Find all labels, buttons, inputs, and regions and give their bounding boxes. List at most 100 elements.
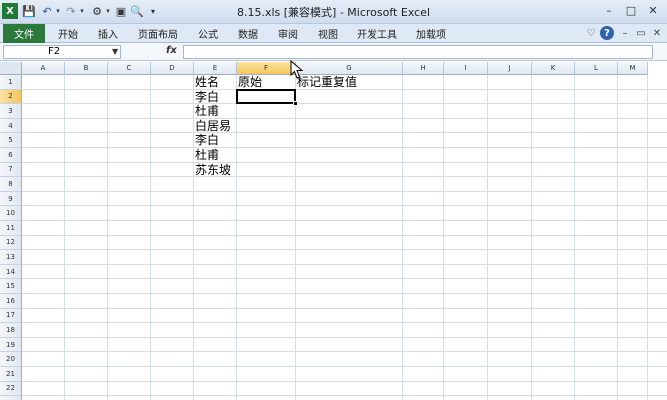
gridline-horizontal [22,176,667,178]
active-cell-border[interactable] [236,88,296,105]
gridline-horizontal [22,161,667,163]
redo-dropdown-icon[interactable]: ▾ [78,3,86,19]
worksheet-grid[interactable]: A B C D E F G H I J K L M 1 2 3 4 5 6 7 8 9 10 11 12 13 14 15 16 17 18… [0,62,667,400]
name-box[interactable]: F2 [3,45,121,59]
formula-input[interactable] [183,45,653,59]
column-header-e[interactable]: E [194,62,237,75]
column-header-j[interactable]: J [488,62,532,75]
row-header-16[interactable]: 16 [0,294,22,309]
row-header-3[interactable]: 3 [0,104,22,119]
undo-icon[interactable]: ↶ [40,3,54,19]
row-header-8[interactable]: 8 [0,177,22,192]
gridline-horizontal [22,220,667,221]
row-header-23[interactable]: 23 [0,396,22,400]
tools-dropdown-icon[interactable]: ▾ [104,3,112,19]
tab-data[interactable]: 数据 [238,24,258,43]
row-header-1[interactable]: 1 [0,75,22,90]
tab-page-layout[interactable]: 页面布局 [138,24,178,43]
ribbon-restore-icon[interactable]: ▭ [634,26,648,40]
title-bar: X 💾 ↶ ▾ ↷ ▾ ⚙ ▾ ▣ 🔍 ▾ 8.15.xls [兼容模式] - … [0,0,667,24]
gridline-horizontal [22,103,667,105]
column-header-c[interactable]: C [108,62,151,75]
ribbon-close-icon[interactable]: ✕ [650,26,664,40]
tab-file[interactable]: 文件 [3,24,45,43]
column-header-l[interactable]: L [575,62,618,75]
fill-handle[interactable] [293,101,298,107]
customize-toolbar-icon[interactable]: ▾ [148,3,158,19]
minimize-button[interactable]: – [600,2,618,18]
row-header-5[interactable]: 5 [0,133,22,148]
column-header-f[interactable]: F [237,62,296,75]
insert-function-icon[interactable]: fx [166,45,177,56]
redo-icon[interactable]: ↷ [64,3,78,19]
cell-e6[interactable]: 杜甫 [195,148,219,162]
row-header-11[interactable]: 11 [0,221,22,236]
gridline-horizontal [22,336,667,338]
tab-review[interactable]: 审阅 [278,24,298,43]
close-button[interactable]: ✕ [644,2,662,18]
cell-e5[interactable]: 李白 [195,133,219,147]
column-header-h[interactable]: H [403,62,444,75]
cell-e7[interactable]: 苏东坡 [195,163,231,177]
row-header-6[interactable]: 6 [0,148,22,163]
tab-developer[interactable]: 开发工具 [357,24,397,43]
row-header-10[interactable]: 10 [0,206,22,221]
gridline-horizontal [22,205,667,207]
gridline-horizontal [22,307,667,309]
restore-button[interactable]: □ [622,2,640,18]
help-icon[interactable]: ? [600,26,614,40]
excel-app-icon[interactable]: X [2,3,18,19]
row-header-22[interactable]: 22 [0,381,22,397]
row-header-15[interactable]: 15 [0,279,22,294]
column-header-b[interactable]: B [65,62,108,75]
cell-e1[interactable]: 姓名 [195,75,219,89]
gridline-horizontal [22,132,667,134]
tab-addins[interactable]: 加载项 [416,24,446,43]
tools-icon[interactable]: ⚙ [90,3,104,19]
column-header-m[interactable]: M [618,62,648,75]
select-all-corner[interactable] [0,62,22,75]
ribbon-minimize-icon[interactable]: – [618,26,632,40]
cell-e3[interactable]: 杜甫 [195,104,219,118]
gridline-horizontal [22,380,667,382]
cell-f1[interactable]: 原始 [238,75,262,89]
gridline-horizontal [22,190,667,192]
tab-home[interactable]: 开始 [58,24,78,43]
gridline-horizontal [22,351,667,353]
tab-insert[interactable]: 插入 [98,24,118,43]
save-icon[interactable]: 💾 [22,3,36,19]
row-header-14[interactable]: 14 [0,264,22,280]
row-header-2[interactable]: 2 [0,89,22,105]
gridline-horizontal [22,263,667,265]
print-preview-icon[interactable]: 🔍 [130,3,144,19]
cell-e2[interactable]: 李白 [195,90,219,104]
row-header-21[interactable]: 21 [0,367,22,382]
row-header-4[interactable]: 4 [0,118,22,134]
form-icon[interactable]: ▣ [114,3,128,19]
column-header-d[interactable]: D [151,62,194,75]
row-header-7[interactable]: 7 [0,162,22,178]
name-box-dropdown-icon[interactable]: ▼ [112,47,118,56]
column-header-g[interactable]: G [296,62,403,75]
column-header-a[interactable]: A [22,62,65,75]
row-header-20[interactable]: 20 [0,352,22,367]
row-header-17[interactable]: 17 [0,308,22,324]
column-header-k[interactable]: K [532,62,575,75]
tab-formulas[interactable]: 公式 [198,24,218,43]
cell-g1[interactable]: 标记重复值 [297,75,357,89]
column-header-i[interactable]: I [444,62,488,75]
row-header-9[interactable]: 9 [0,191,22,207]
cell-e4[interactable]: 白居易 [195,119,231,133]
row-header-12[interactable]: 12 [0,235,22,251]
gridline-horizontal [22,147,667,148]
gridline-horizontal [22,278,667,280]
gridline-horizontal [22,234,667,236]
tab-view[interactable]: 视图 [318,24,338,43]
row-header-19[interactable]: 19 [0,337,22,353]
row-header-18[interactable]: 18 [0,323,22,338]
row-header-13[interactable]: 13 [0,250,22,265]
gridline-horizontal [22,395,667,397]
favorite-heart-icon[interactable]: ♡ [584,26,598,40]
undo-dropdown-icon[interactable]: ▾ [54,3,62,19]
gridline-horizontal [22,249,667,251]
